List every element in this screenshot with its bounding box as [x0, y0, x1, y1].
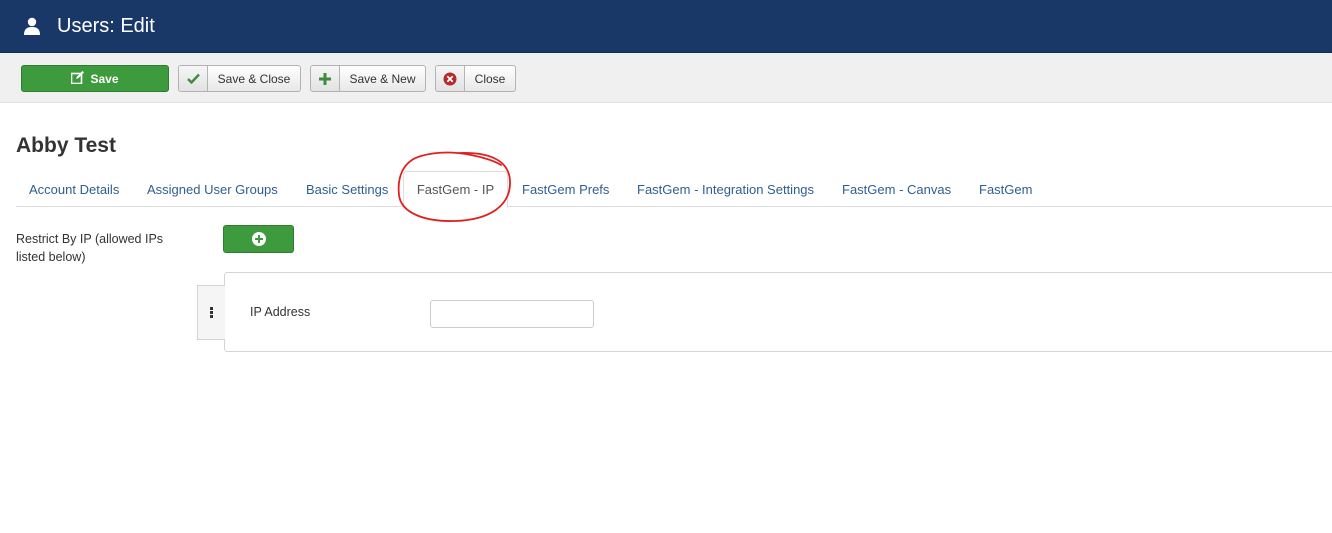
restrict-by-ip-label: Restrict By IP (allowed IPs listed below…	[16, 232, 164, 264]
edit-icon	[71, 70, 85, 87]
ip-address-input[interactable]	[430, 300, 594, 328]
close-circle-icon	[436, 66, 465, 91]
drag-handle-icon	[210, 307, 213, 318]
save-button-label: Save	[90, 71, 119, 86]
add-ip-button[interactable]	[223, 225, 294, 253]
user-icon	[23, 17, 41, 35]
toolbar: Save Save & Close Save & New Close	[0, 53, 1332, 103]
close-label: Close	[474, 71, 506, 86]
tab-basic-settings[interactable]: Basic Settings	[306, 171, 388, 207]
ip-address-label: IP Address	[250, 305, 311, 319]
ip-row-panel	[224, 272, 1332, 352]
save-new-label: Save & New	[349, 71, 416, 86]
save-close-label: Save & Close	[217, 71, 291, 86]
tab-assigned-user-groups[interactable]: Assigned User Groups	[147, 171, 278, 207]
plus-circle-icon	[251, 232, 266, 246]
tab-fastgem-canvas[interactable]: FastGem - Canvas	[842, 171, 951, 207]
app-header: Users: Edit	[0, 0, 1332, 53]
save-new-button[interactable]: Save & New	[310, 65, 426, 92]
tab-account-details[interactable]: Account Details	[29, 171, 119, 207]
header-title: Users: Edit	[57, 14, 155, 37]
tab-bar: Account Details Assigned User Groups Bas…	[16, 171, 1332, 208]
save-button[interactable]: Save	[21, 65, 169, 92]
tab-fastgem-prefs[interactable]: FastGem Prefs	[522, 171, 609, 207]
save-close-button[interactable]: Save & Close	[178, 65, 301, 92]
drag-handle[interactable]	[197, 285, 225, 340]
tab-fastgem-ip[interactable]: FastGem - IP	[403, 171, 508, 208]
close-button[interactable]: Close	[435, 65, 516, 92]
tab-fastgem[interactable]: FastGem	[979, 171, 1032, 207]
tab-fastgem-integration-settings[interactable]: FastGem - Integration Settings	[637, 171, 814, 207]
page-title: Abby Test	[16, 134, 116, 157]
plus-icon	[311, 66, 340, 91]
checkmark-icon	[179, 66, 208, 91]
